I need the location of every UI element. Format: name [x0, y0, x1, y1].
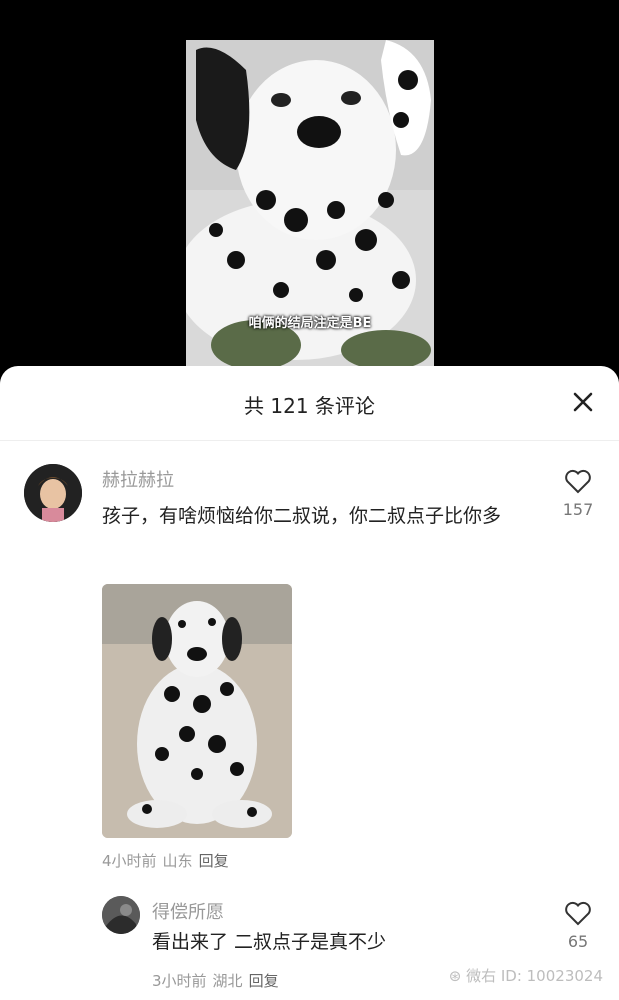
watermark: ⊛ 微右 ID: 10023024 — [449, 965, 603, 986]
reply-button[interactable]: 回复 — [249, 972, 279, 990]
comment-attached-image[interactable] — [102, 584, 292, 838]
video-player[interactable]: 咱俩的结局注定是BE — [186, 40, 434, 366]
comment-item: 赫拉赫拉 孩子，有啥烦恼给你二叔说，你二叔点子比你多 157 4小时前 山东 回… — [0, 464, 619, 884]
avatar-image — [24, 464, 82, 522]
comment-text: 看出来了 二叔点子是真不少 — [152, 931, 387, 953]
heart-icon — [565, 469, 591, 494]
close-icon — [573, 392, 593, 412]
comment-time: 3小时前 — [152, 972, 207, 990]
comment-location: 湖北 — [212, 972, 243, 990]
like-button[interactable]: 157 — [558, 468, 598, 519]
avatar[interactable] — [102, 896, 140, 934]
watermark-text: 微右 ID: 10023024 — [466, 967, 603, 985]
close-button[interactable] — [569, 388, 597, 416]
heart-icon — [565, 901, 591, 926]
comment-username[interactable]: 得偿所愿 — [152, 898, 224, 924]
comment-sheet: 共 121 条评论 赫拉赫拉 孩子，有啥烦恼给你二叔说，你二叔点子比你多 157 — [0, 366, 619, 1000]
comment-meta: 4小时前 山东 回复 — [102, 850, 235, 871]
video-caption: 咱俩的结局注定是BE — [248, 316, 372, 331]
reply-button[interactable]: 回复 — [199, 852, 229, 870]
comment-text: 孩子，有啥烦恼给你二叔说，你二叔点子比你多 — [102, 505, 502, 527]
comment-time: 4小时前 — [102, 852, 157, 870]
comment-username[interactable]: 赫拉赫拉 — [102, 466, 174, 492]
like-count: 157 — [562, 500, 594, 519]
weibo-icon: ⊛ — [448, 967, 467, 985]
avatar[interactable] — [24, 464, 82, 522]
like-button[interactable]: 65 — [558, 900, 598, 951]
comment-meta: 3小时前 湖北 回复 — [152, 970, 285, 991]
dalmatian-adult-image — [102, 584, 292, 838]
avatar-image — [102, 896, 140, 934]
like-count: 65 — [567, 932, 589, 951]
sheet-header: 共 121 条评论 — [0, 366, 619, 441]
comment-location: 山东 — [162, 852, 193, 870]
comment-count-title: 共 121 条评论 — [244, 394, 375, 418]
